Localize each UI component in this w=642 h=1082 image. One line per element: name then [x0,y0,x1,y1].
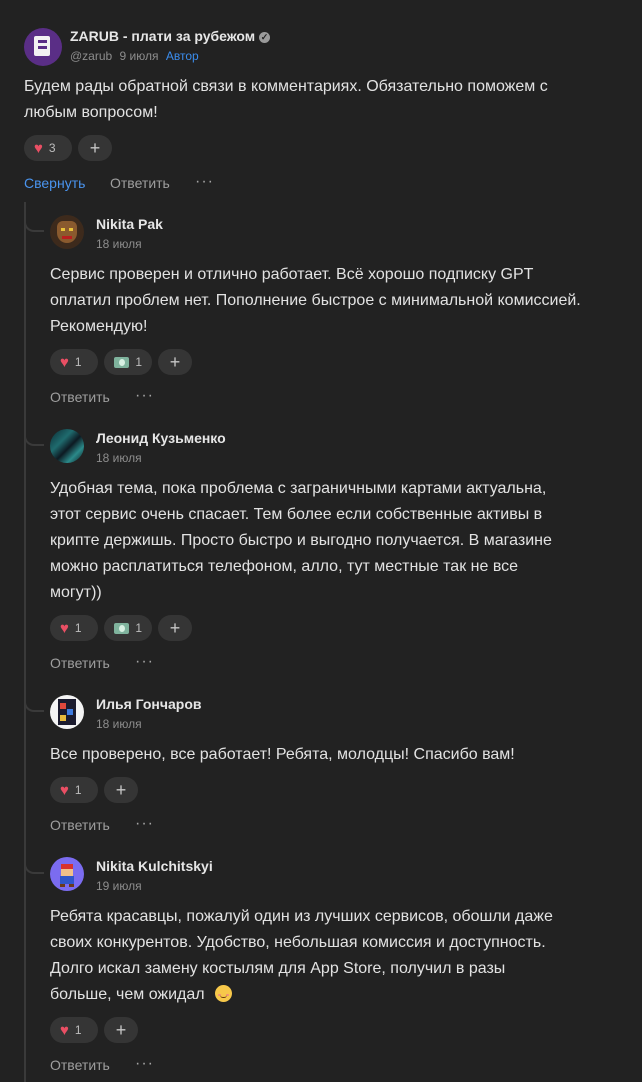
like-reaction[interactable]: ♥ 1 [50,1017,98,1043]
heart-icon: ♥ [34,139,43,157]
post-author-name[interactable]: ZARUB - плати за рубежом [70,28,255,44]
smiling-face-icon [215,985,233,1002]
comment-text: Ребята красавцы, пожалуй один из лучших … [50,904,570,1008]
add-reaction-button[interactable]: + [158,349,192,375]
comment-avatar[interactable] [50,429,84,463]
plus-icon: + [89,138,101,158]
reply-button[interactable]: Ответить [50,389,110,405]
money-reaction[interactable]: 1 [104,349,152,375]
post-like-count: 3 [48,141,56,155]
post-like-reaction[interactable]: ♥ 3 [24,135,72,161]
post-author[interactable]: ZARUB - плати за рубежом ✓ [70,28,271,44]
thread-line [24,202,26,1082]
add-reaction-button[interactable]: + [158,615,192,641]
comment-date[interactable]: 18 июля [96,237,142,251]
thread-branch [24,216,44,232]
like-count: 1 [74,621,82,635]
comment-author[interactable]: Леонид Кузьменко [96,430,226,446]
plus-icon: + [169,618,181,638]
add-reaction-button[interactable]: + [104,1017,138,1043]
money-count: 1 [135,621,142,635]
comment-text-content: Ребята красавцы, пожалуй один из лучших … [50,908,553,1003]
more-button[interactable]: ··· [135,815,154,833]
post-meta: @zarub 9 июля Автор [70,49,199,63]
comment-author[interactable]: Nikita Kulchitskyi [96,858,213,874]
heart-icon: ♥ [60,619,69,637]
heart-icon: ♥ [60,1021,69,1039]
money-count: 1 [135,355,142,369]
plus-icon: + [115,780,127,800]
money-reaction[interactable]: 1 [104,615,152,641]
verified-icon: ✓ [259,32,271,43]
like-count: 1 [74,355,82,369]
like-count: 1 [74,1023,82,1037]
money-icon [114,356,130,368]
thread-branch [24,430,44,446]
plus-icon: + [169,352,181,372]
heart-icon: ♥ [60,781,69,799]
author-badge: Автор [165,49,199,63]
post-text: Будем рады обратной связи в комментариях… [24,78,548,121]
post-date[interactable]: 9 июля [120,49,159,63]
like-reaction[interactable]: ♥ 1 [50,615,98,641]
more-button[interactable]: ··· [135,387,154,405]
heart-icon: ♥ [60,353,69,371]
add-reaction-button[interactable]: + [104,777,138,803]
more-button[interactable]: ··· [135,653,154,671]
plus-icon: + [115,1020,127,1040]
post-add-reaction-button[interactable]: + [78,135,112,161]
comment-author[interactable]: Илья Гончаров [96,696,202,712]
comment-date[interactable]: 18 июля [96,717,142,731]
reply-button[interactable]: Ответить [50,1057,110,1073]
comment-text: Все проверено, все работает! Ребята, мол… [50,746,515,763]
like-reaction[interactable]: ♥ 1 [50,349,98,375]
comment-text: Сервис проверен и отлично работает. Всё … [50,266,581,335]
comment-avatar[interactable] [50,695,84,729]
post-reply-button[interactable]: Ответить [110,175,170,191]
like-count: 1 [74,783,82,797]
reply-button[interactable]: Ответить [50,817,110,833]
comment-date[interactable]: 18 июля [96,451,142,465]
comment-text: Удобная тема, пока проблема с заграничны… [50,480,552,601]
reply-button[interactable]: Ответить [50,655,110,671]
zarub-avatar[interactable] [24,28,62,66]
thread-branch [24,858,44,874]
comment-author[interactable]: Nikita Pak [96,216,163,232]
comment-avatar[interactable] [50,857,84,891]
comment-avatar[interactable] [50,215,84,249]
more-button[interactable]: ··· [135,1055,154,1073]
post-more-button[interactable]: ··· [195,173,214,191]
like-reaction[interactable]: ♥ 1 [50,777,98,803]
comment-date[interactable]: 19 июля [96,879,142,893]
money-icon [114,622,130,634]
post-handle[interactable]: @zarub [70,49,112,63]
thread-branch [24,696,44,712]
collapse-button[interactable]: Свернуть [24,175,85,191]
